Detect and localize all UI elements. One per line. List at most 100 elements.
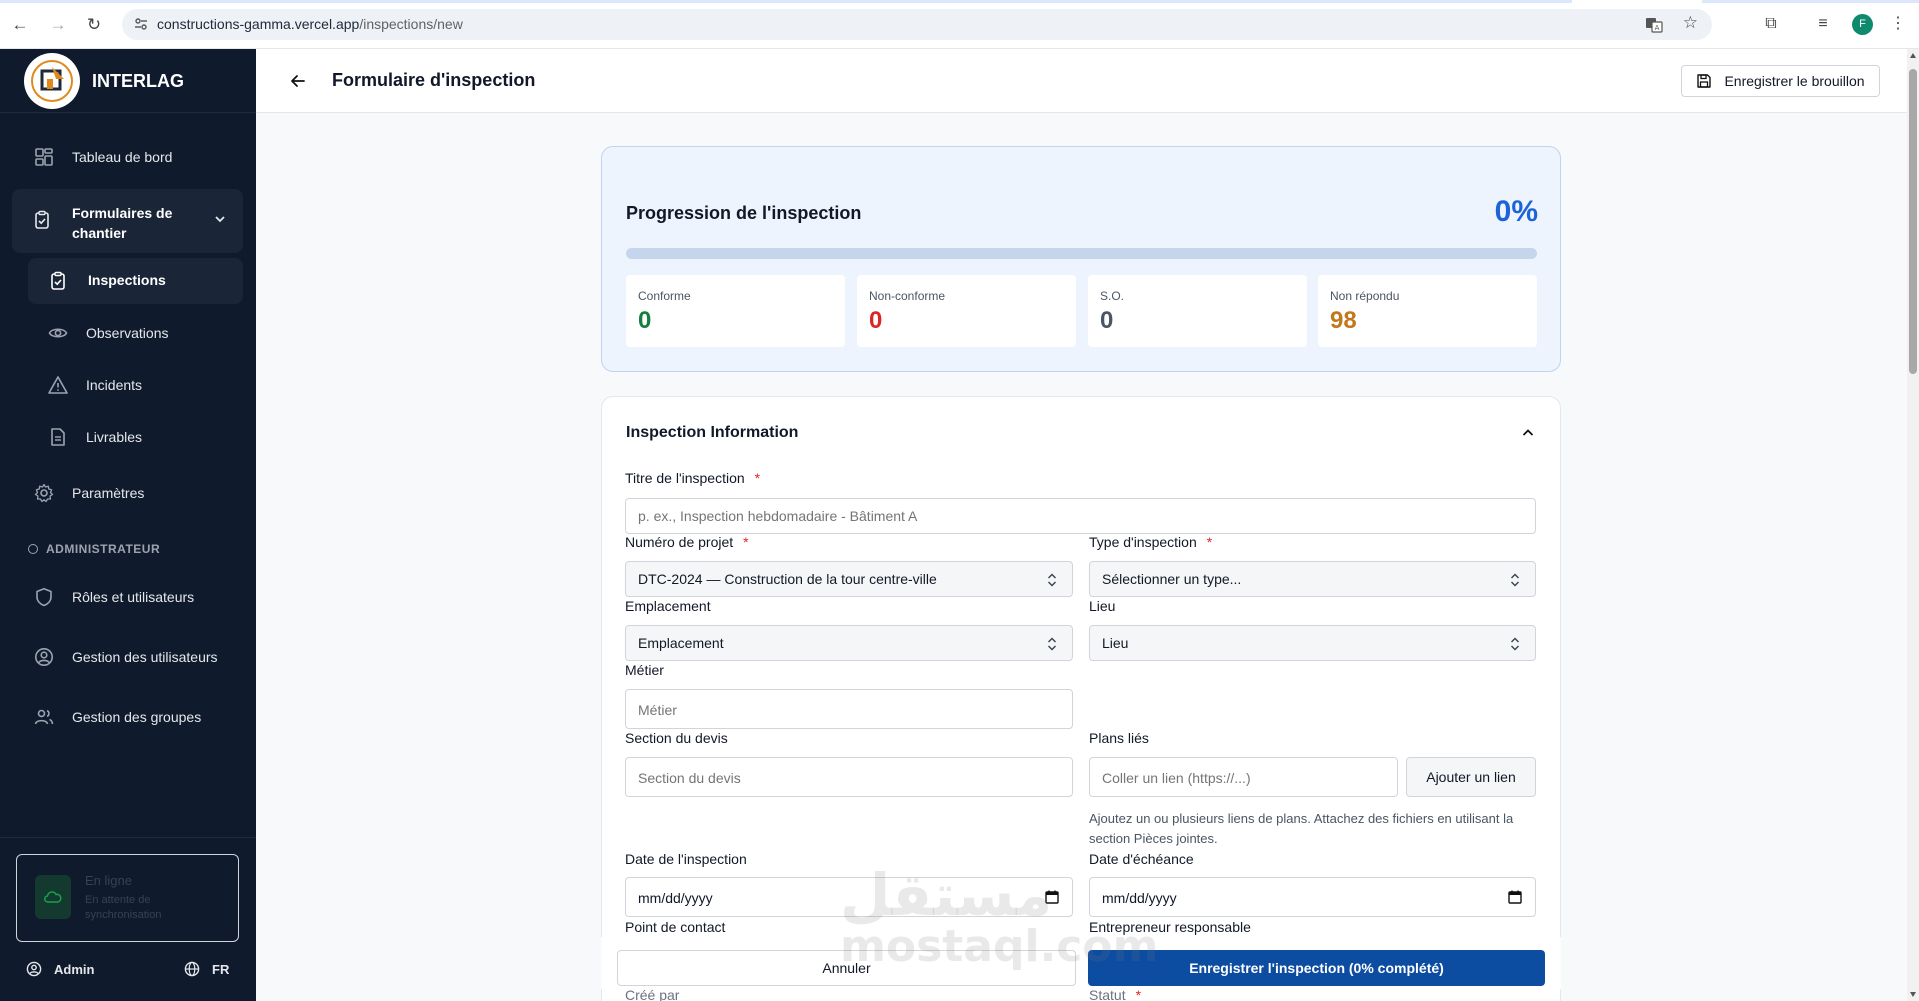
sidebar-item-label: Gestion des groupes <box>72 709 202 725</box>
title-input[interactable] <box>625 498 1536 534</box>
sidebar-item-dashboard[interactable]: Tableau de bord <box>34 147 172 167</box>
sidebar-item-deliverables[interactable]: Livrables <box>48 427 142 447</box>
status-label: Statut * <box>1089 987 1142 1001</box>
scroll-down-arrow-icon[interactable] <box>1910 992 1916 997</box>
stat-conforming: Conforme 0 <box>626 275 845 347</box>
sidebar-item-inspections[interactable]: Inspections <box>28 258 243 304</box>
reload-icon[interactable]: ↻ <box>82 13 106 37</box>
user-menu[interactable]: Admin <box>26 961 94 977</box>
cloud-icon <box>35 875 71 919</box>
sidebar-item-label: Rôles et utilisateurs <box>72 589 195 605</box>
inspection-date-label: Date de l'inspection <box>625 851 747 867</box>
calendar-icon[interactable] <box>1507 889 1523 905</box>
sidebar-item-roles[interactable]: Rôles et utilisateurs <box>34 587 194 607</box>
brand[interactable]: INTERLAG <box>24 53 184 109</box>
back-arrow-icon[interactable]: ← <box>8 13 32 37</box>
tab-strip <box>0 0 1919 3</box>
svg-text:A: A <box>1655 24 1660 32</box>
sidebar-item-incidents[interactable]: Incidents <box>48 375 142 395</box>
stat-value: 0 <box>869 307 883 334</box>
spec-section-label: Section du devis <box>625 730 728 746</box>
media-list-icon[interactable]: ≡ <box>1812 13 1834 35</box>
select-chevron-icon <box>1048 637 1056 651</box>
plans-helper-text: Ajoutez un ou plusieurs liens de plans. … <box>1089 811 1514 846</box>
sync-status-card: En ligne En attente de synchronisation <box>16 854 239 942</box>
location-select[interactable]: Emplacement <box>625 625 1073 661</box>
spec-section-input[interactable] <box>625 757 1073 797</box>
created-by-label: Créé par <box>625 987 680 1001</box>
scroll-up-arrow-icon[interactable] <box>1910 53 1916 58</box>
divider <box>0 112 256 113</box>
type-label: Type d'inspection * <box>1089 534 1213 550</box>
sidebar-item-label: Inspections <box>88 272 166 288</box>
page-header: Formulaire d'inspection Enregistrer le b… <box>256 49 1907 113</box>
profile-avatar[interactable]: F <box>1852 14 1873 35</box>
warning-icon <box>48 376 68 394</box>
sidebar-item-groups[interactable]: Gestion des groupes <box>34 707 201 727</box>
language-code: FR <box>212 961 230 977</box>
trade-label: Métier <box>625 662 664 678</box>
project-select[interactable]: DTC-2024 — Construction de la tour centr… <box>625 561 1073 597</box>
sidebar-item-observations[interactable]: Observations <box>48 323 168 343</box>
clipboard-check-icon <box>35 210 49 229</box>
add-link-button[interactable]: Ajouter un lien <box>1406 757 1536 797</box>
sidebar-item-label: Formulaires de chantier <box>72 205 173 241</box>
browser-menu-icon[interactable]: ⋮ <box>1887 13 1909 35</box>
document-icon <box>51 428 65 446</box>
translate-icon[interactable]: A <box>1644 15 1664 35</box>
divider <box>0 837 256 838</box>
stat-non-conforming: Non-conforme 0 <box>857 275 1076 347</box>
save-draft-button[interactable]: Enregistrer le brouillon <box>1681 65 1880 97</box>
status-title: En ligne <box>85 873 132 888</box>
bookmark-star-icon[interactable]: ☆ <box>1683 13 1698 33</box>
scrollbar-thumb[interactable] <box>1909 69 1917 374</box>
stat-unanswered: Non répondu 98 <box>1318 275 1537 347</box>
extensions-icon[interactable]: ⧉ <box>1760 13 1782 35</box>
sidebar-item-label: Livrables <box>86 429 143 445</box>
address-bar[interactable]: constructions-gamma.vercel.app/inspectio… <box>122 9 1712 40</box>
chevron-down-icon[interactable] <box>212 211 228 227</box>
clipboard-check-icon <box>51 271 65 290</box>
stat-value: 98 <box>1330 307 1357 334</box>
stat-label: Non-conforme <box>869 289 946 303</box>
select-chevron-icon <box>1511 637 1519 651</box>
gear-icon <box>34 483 54 503</box>
plan-link-input[interactable] <box>1089 757 1398 797</box>
site-settings-icon[interactable] <box>134 17 148 31</box>
trade-input[interactable] <box>625 689 1073 729</box>
sidebar-item-settings[interactable]: Paramètres <box>34 483 144 503</box>
save-draft-label: Enregistrer le brouillon <box>1724 73 1865 89</box>
select-chevron-icon <box>1048 573 1056 587</box>
stat-label: Conforme <box>638 289 691 303</box>
type-select[interactable]: Sélectionner un type... <box>1089 561 1536 597</box>
back-arrow-icon[interactable] <box>288 71 308 91</box>
stat-not-applicable: S.O. 0 <box>1088 275 1307 347</box>
watermark: مستقل mostaql.com <box>840 861 1159 972</box>
users-icon <box>34 709 54 725</box>
contact-label: Point de contact <box>625 919 726 935</box>
circle-icon <box>28 544 38 554</box>
progress-heading: Progression de l'inspection <box>626 203 862 223</box>
sidebar-item-site-forms[interactable]: Formulaires de chantier <box>12 189 243 253</box>
shield-icon <box>36 588 52 607</box>
chevron-up-icon[interactable] <box>1520 425 1536 441</box>
linked-plans-label: Plans liés <box>1089 730 1149 746</box>
inspection-progress-card: Progression de l'inspection 0% Conforme … <box>601 146 1561 372</box>
browser-toolbar: ← → ↻ constructions-gamma.vercel.app/ins… <box>0 0 1919 49</box>
stat-value: 0 <box>638 307 652 334</box>
admin-section-label: ADMINISTRATEUR <box>28 542 160 556</box>
brand-name: INTERLAG <box>92 70 184 91</box>
page-title: Formulaire d'inspection <box>332 70 536 90</box>
location-label: Emplacement <box>625 598 711 614</box>
url-text: constructions-gamma.vercel.app/inspectio… <box>157 16 463 32</box>
language-switcher[interactable]: FR <box>184 961 229 977</box>
title-label: Titre de l'inspection * <box>625 470 761 486</box>
page-scrollbar[interactable] <box>1907 49 1919 1001</box>
forward-arrow-icon[interactable]: → <box>46 13 70 37</box>
sidebar-item-user-management[interactable]: Gestion des utilisateurs <box>34 647 218 667</box>
progress-bar <box>626 248 1537 259</box>
place-label: Lieu <box>1089 598 1116 614</box>
sidebar: INTERLAG Tableau de bord Formulaires de … <box>0 49 256 1001</box>
sidebar-item-label: Gestion des utilisateurs <box>72 649 218 665</box>
place-select[interactable]: Lieu <box>1089 625 1536 661</box>
